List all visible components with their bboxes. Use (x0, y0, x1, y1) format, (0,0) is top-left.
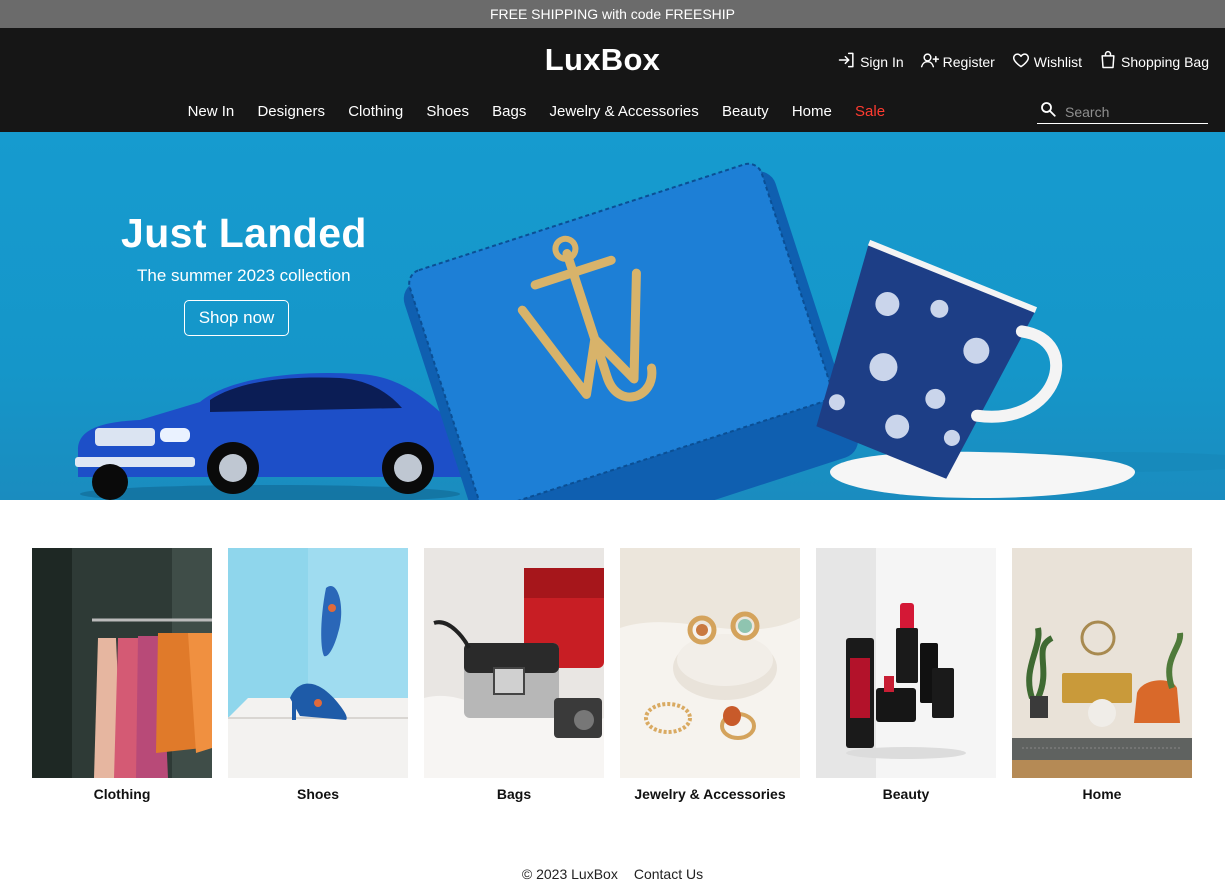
category-image (32, 548, 212, 778)
search-input[interactable] (1065, 103, 1205, 120)
wishlist-label: Wishlist (1033, 53, 1083, 70)
category-clothing[interactable]: Clothing (32, 548, 212, 802)
main-nav: New In Designers Clothing Shoes Bags Jew… (176, 103, 897, 120)
hero-title: Just Landed (121, 210, 367, 256)
nav-item-jewelry[interactable]: Jewelry & Accessories (538, 103, 710, 120)
category-label: Clothing (93, 786, 151, 802)
shopping-bag-link[interactable]: Shopping Bag (1098, 50, 1209, 73)
promo-banner: FREE SHIPPING with code FREESHIP (0, 0, 1225, 28)
shopping-bag-icon (1098, 50, 1118, 73)
shop-now-button[interactable]: Shop now (184, 300, 289, 336)
category-label: Bags (496, 786, 532, 802)
category-label: Home (1082, 786, 1122, 802)
category-image (816, 548, 996, 778)
register-label: Register (942, 53, 995, 70)
nav-item-designers[interactable]: Designers (246, 103, 337, 120)
blue-handbag (403, 162, 859, 500)
contact-us-link[interactable]: Contact Us (634, 866, 703, 882)
toy-car (75, 372, 468, 500)
nav-item-home[interactable]: Home (780, 103, 843, 120)
category-image (228, 548, 408, 778)
category-label: Jewelry & Accessories (634, 786, 786, 802)
register-icon (920, 50, 940, 73)
porcelain-cup (816, 239, 1135, 498)
nav-item-bags[interactable]: Bags (481, 103, 538, 120)
category-image (1012, 548, 1192, 778)
search-icon[interactable] (1039, 100, 1057, 123)
category-grid: Clothing Shoes Bags Jewelry & Accessorie… (32, 548, 1192, 802)
category-beauty[interactable]: Beauty (816, 548, 996, 802)
category-image (620, 548, 800, 778)
nav-item-sale[interactable]: Sale (843, 103, 896, 120)
category-shoes[interactable]: Shoes (228, 548, 408, 802)
promo-text: FREE SHIPPING with code FREESHIP (489, 6, 736, 22)
hero-subtitle: The summer 2023 collection (137, 266, 351, 285)
category-image (424, 548, 604, 778)
category-jewelry[interactable]: Jewelry & Accessories (620, 548, 800, 802)
search-box (1037, 100, 1208, 124)
copyright-text: © 2023 LuxBox (521, 866, 618, 882)
hero-banner: Just Landed The summer 2023 collection S… (0, 132, 1225, 500)
sign-in-icon (837, 50, 857, 73)
category-label: Beauty (882, 786, 930, 802)
category-label: Shoes (296, 786, 339, 802)
sign-in-link[interactable]: Sign In (837, 50, 904, 73)
category-home[interactable]: Home (1012, 548, 1192, 802)
category-bags[interactable]: Bags (424, 548, 604, 802)
nav-item-clothing[interactable]: Clothing (337, 103, 415, 120)
nav-item-new-in[interactable]: New In (176, 103, 246, 120)
account-nav: Sign In Register Wishlist Shopping Bag (837, 50, 1209, 73)
sign-in-label: Sign In (860, 53, 904, 70)
register-link[interactable]: Register (920, 50, 995, 73)
site-header: LuxBox Sign In Register Wishlist Shoppin… (0, 28, 1225, 132)
site-footer: © 2023 LuxBox Contact Us (0, 866, 1225, 882)
wishlist-link[interactable]: Wishlist (1011, 50, 1082, 73)
nav-item-beauty[interactable]: Beauty (710, 103, 780, 120)
nav-item-shoes[interactable]: Shoes (415, 103, 481, 120)
heart-icon (1011, 50, 1031, 73)
shopping-bag-label: Shopping Bag (1121, 53, 1209, 70)
